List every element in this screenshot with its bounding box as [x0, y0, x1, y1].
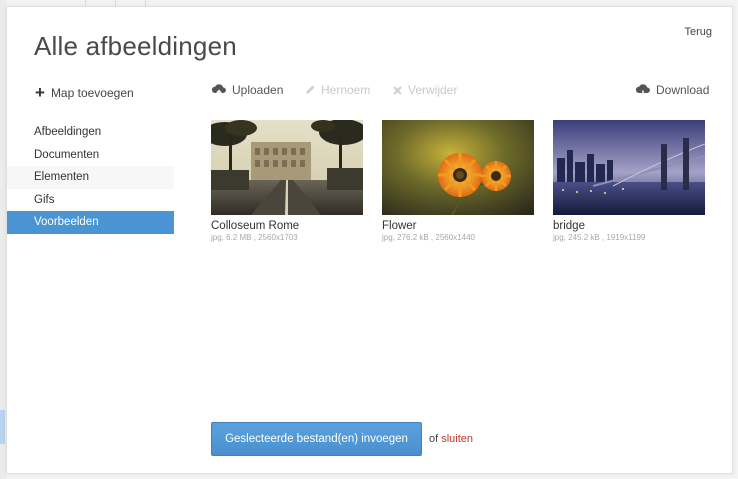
file-thumbnail: [211, 120, 363, 215]
background-accent: [0, 410, 5, 444]
file-card[interactable]: Colloseum Rome jpg, 6.2 MB , 2560x1703: [211, 120, 363, 242]
plus-icon: +: [35, 83, 45, 102]
file-thumbnail: [553, 120, 705, 215]
insert-selected-button[interactable]: Geslecteerde bestand(en) invoegen: [211, 422, 422, 456]
back-link[interactable]: Terug: [684, 26, 712, 38]
sidebar-item-voorbeelden[interactable]: Voorbeelden: [7, 211, 174, 234]
modal-title: Alle afbeeldingen: [34, 31, 237, 61]
file-card[interactable]: Flower jpg, 276.2 kB , 2560x1440: [382, 120, 534, 242]
file-toolbar: Uploaden Hernoem Verwijder Download: [211, 83, 711, 101]
delete-button[interactable]: Verwijder: [392, 83, 457, 97]
file-meta: jpg, 6.2 MB , 2560x1703: [211, 233, 298, 242]
cloud-upload-icon: [211, 83, 226, 97]
file-meta: jpg, 276.2 kB , 2560x1440: [382, 233, 475, 242]
rename-label: Hernoem: [321, 83, 371, 97]
delete-label: Verwijder: [408, 83, 458, 97]
pencil-icon: [306, 85, 315, 94]
close-link[interactable]: sluiten: [441, 433, 473, 445]
file-name: Flower: [382, 220, 417, 232]
download-label: Download: [656, 83, 710, 97]
folder-list: Afbeeldingen Documenten Elementen Gifs V…: [7, 121, 174, 234]
file-name: bridge: [553, 220, 585, 232]
file-manager-modal: Alle afbeeldingen Terug + Map toevoegen …: [6, 6, 733, 474]
rename-button[interactable]: Hernoem: [304, 83, 370, 97]
modal-footer: Geslecteerde bestand(en) invoegen of slu…: [211, 422, 473, 456]
file-thumbnail: [382, 120, 534, 215]
file-name: Colloseum Rome: [211, 220, 300, 232]
sidebar-item-afbeeldingen[interactable]: Afbeeldingen: [7, 121, 174, 144]
sidebar-item-elementen[interactable]: Elementen: [7, 166, 174, 189]
download-button[interactable]: Download: [635, 83, 709, 97]
file-card[interactable]: bridge jpg, 245.2 kB , 1919x1199: [553, 120, 705, 242]
x-icon: [393, 85, 402, 95]
add-folder-label: Map toevoegen: [50, 85, 134, 100]
upload-button[interactable]: Uploaden: [211, 83, 283, 97]
cloud-download-icon: [635, 83, 650, 97]
sidebar-item-gifs[interactable]: Gifs: [7, 189, 174, 212]
file-meta: jpg, 245.2 kB , 1919x1199: [553, 233, 646, 242]
or-text: of: [429, 433, 439, 445]
add-folder-button[interactable]: + Map toevoegen: [35, 84, 134, 101]
sidebar-item-documenten[interactable]: Documenten: [7, 144, 174, 167]
upload-label: Uploaden: [232, 83, 284, 97]
